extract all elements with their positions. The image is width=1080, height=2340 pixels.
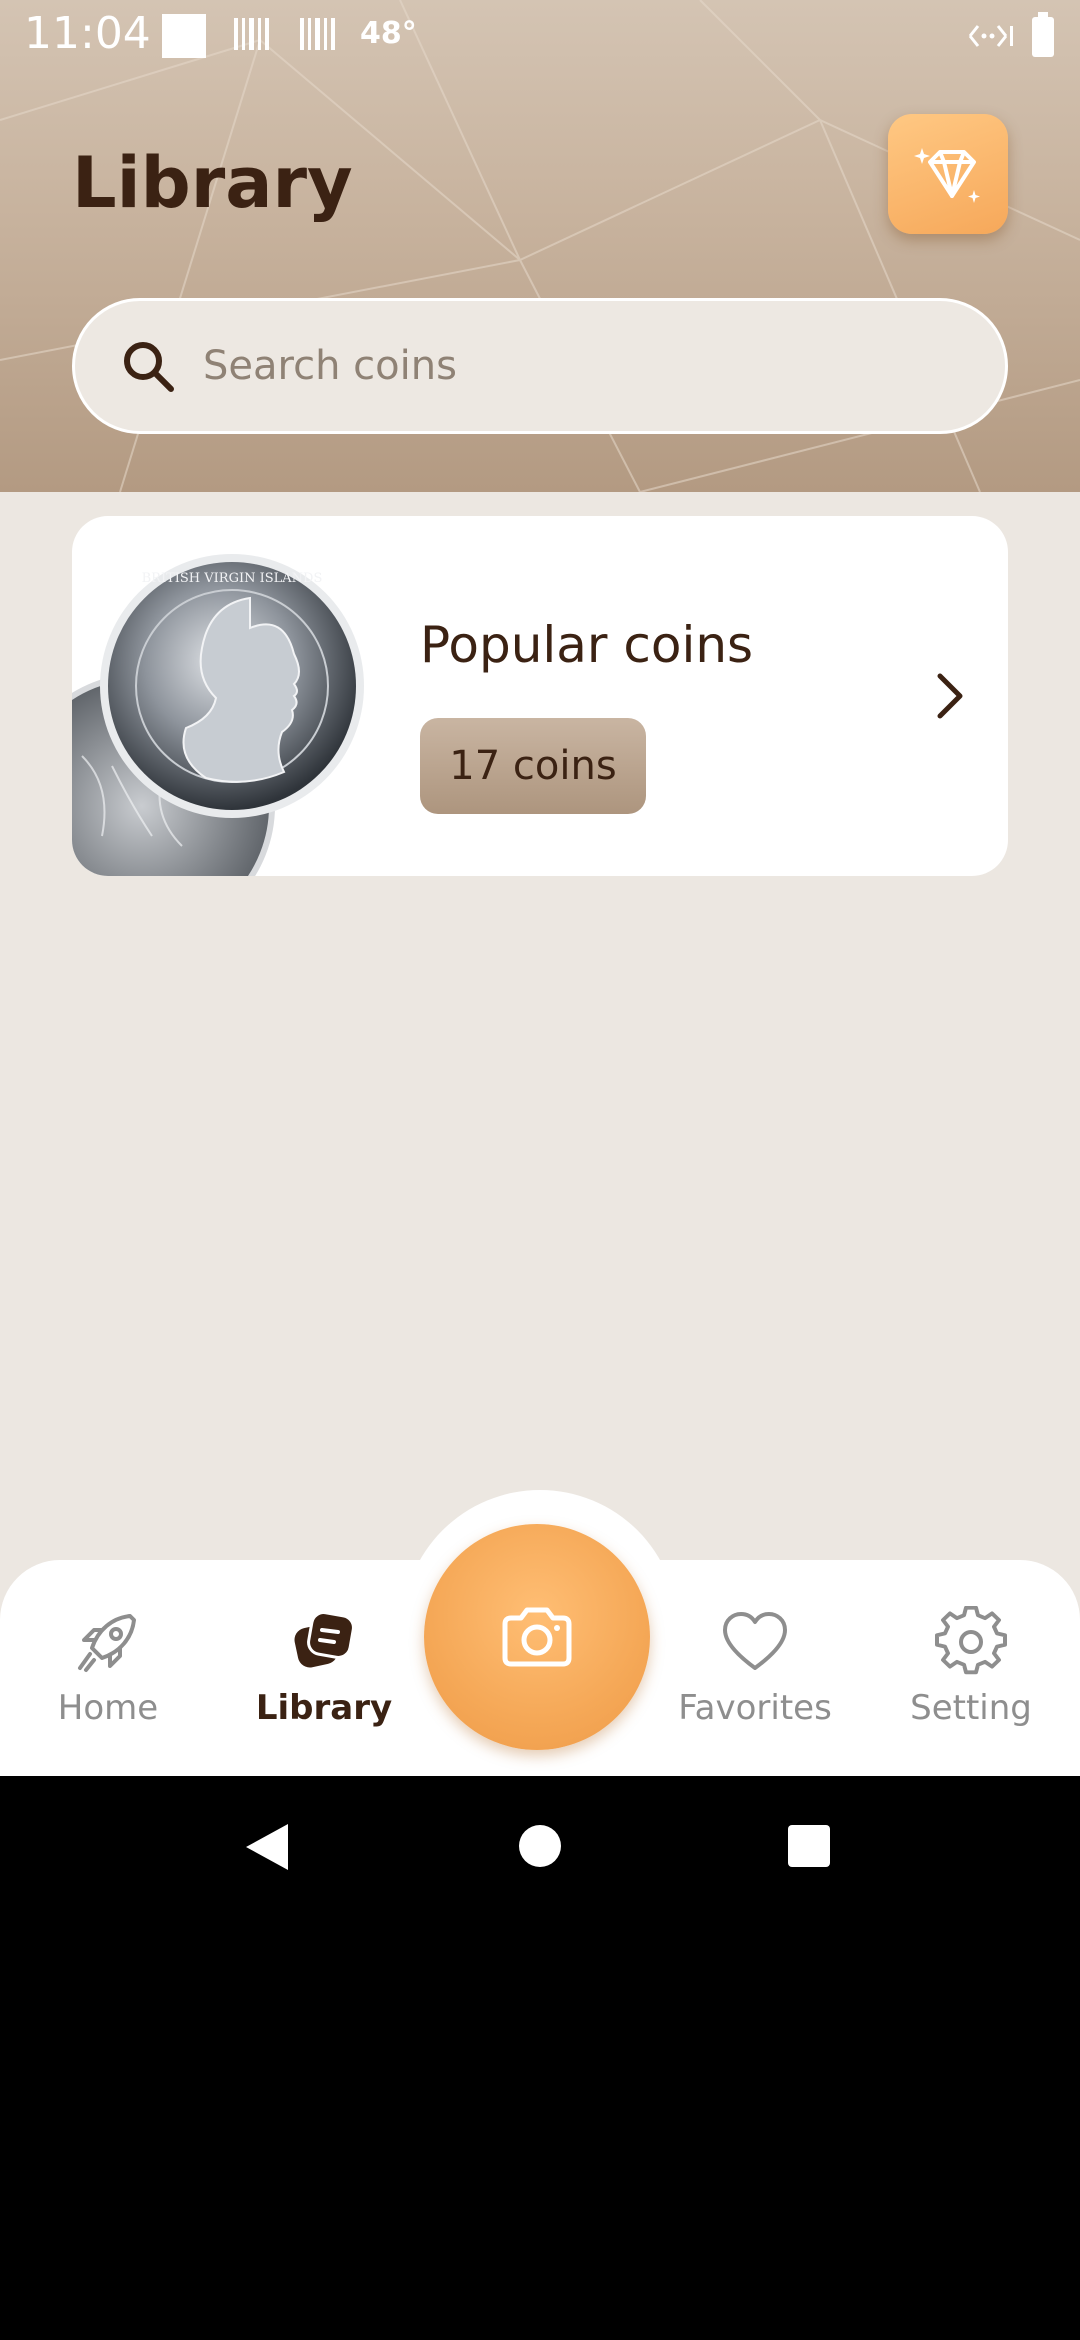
coin-inscription: BRITISH VIRGIN ISLANDS [142,571,323,586]
premium-button[interactable] [888,114,1008,234]
category-title: Popular coins [420,616,754,674]
nav-item-favorites[interactable]: Favorites [665,1606,845,1728]
battery-icon [1032,12,1054,57]
page-title: Library [72,142,353,224]
library-icon [294,1611,355,1668]
search-input[interactable]: Search coins [72,298,1008,434]
coin-image: BRITISH VIRGIN ISLANDS [72,554,364,876]
chevron-right-icon [937,673,963,719]
search-placeholder: Search coins [203,343,457,389]
rocket-icon [78,1614,136,1672]
category-card-popular-coins[interactable]: BRITISH VIRGIN ISLANDS Popular coins 17 … [72,516,1008,876]
status-temperature: 48° [360,16,417,51]
recents-icon[interactable] [787,1824,831,1868]
heart-icon [723,1612,787,1670]
nav-label-library: Library [255,1688,393,1728]
system-nav-bar [0,1776,1080,1916]
nav-label-favorites: Favorites [678,1688,832,1728]
gear-icon [935,1606,1007,1675]
barcode-icon [300,18,335,50]
nav-item-library[interactable]: Library [234,1606,414,1728]
nav-item-home[interactable]: Home [18,1606,198,1728]
search-icon [124,342,174,392]
diamond-icon [914,148,980,203]
nav-item-setting[interactable]: Setting [881,1606,1061,1728]
signal-icon [968,25,1013,47]
camera-button[interactable] [424,1524,650,1750]
coin-count-badge: 17 coins [420,718,646,814]
nav-label-setting: Setting [910,1688,1032,1728]
header: 11:04 48° Library Search coins [0,0,1080,492]
camera-icon [502,1607,572,1667]
notification-icon [162,14,206,58]
barcode-icon [234,18,269,50]
status-bar: 11:04 48° [0,0,1080,72]
nav-label-home: Home [57,1688,159,1728]
back-icon[interactable] [244,1822,290,1872]
status-time: 11:04 [24,8,151,59]
home-circle-icon[interactable] [518,1824,562,1868]
